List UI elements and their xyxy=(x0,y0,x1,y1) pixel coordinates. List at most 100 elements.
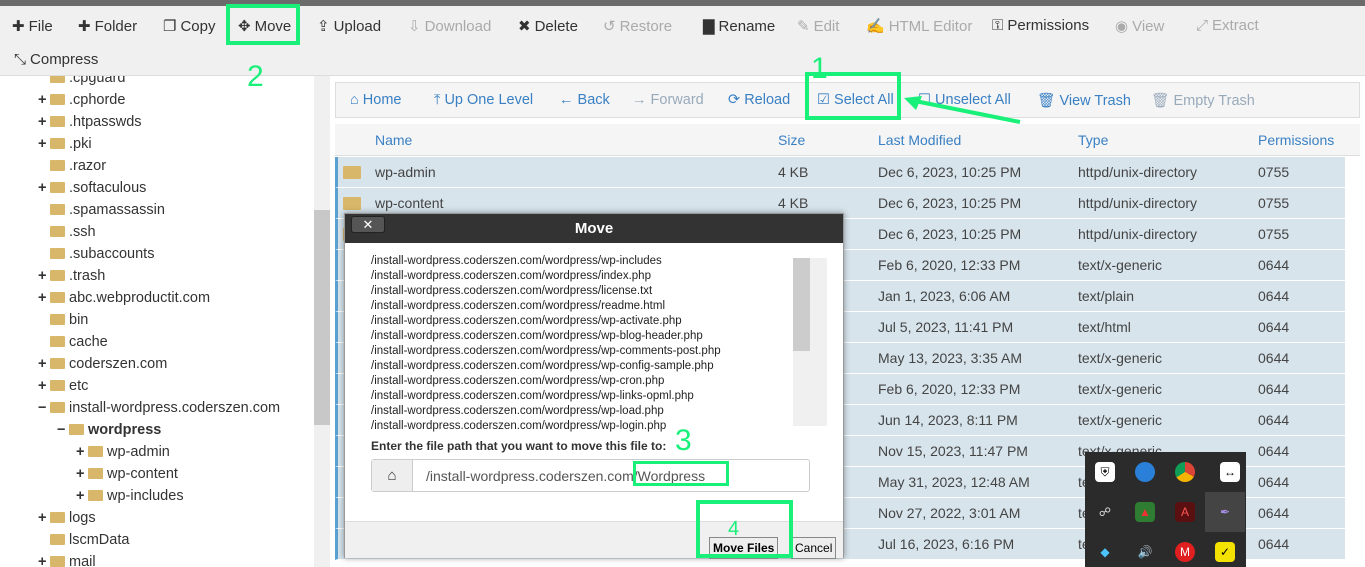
toolbar-download-button[interactable]: ⇩ Download xyxy=(408,17,491,35)
expand-icon[interactable]: + xyxy=(76,488,88,504)
folder-icon xyxy=(50,380,65,391)
expand-icon[interactable]: + xyxy=(38,510,50,526)
volume-icon[interactable]: 🔊 xyxy=(1135,542,1155,562)
tree-item[interactable]: + wp-content xyxy=(76,466,178,482)
toolbar-html-editor-button[interactable]: ✍ HTML Editor xyxy=(866,17,972,35)
destination-path-input[interactable] xyxy=(414,460,809,491)
tree-item-label: .subaccounts xyxy=(69,246,155,262)
toolbar-file-button[interactable]: ✚ File xyxy=(12,17,53,35)
toolbar-folder-button[interactable]: ✚ Folder xyxy=(78,17,137,35)
toolbar-copy-button[interactable]: ❐ Copy xyxy=(163,17,215,35)
cell-last-modified: Feb 6, 2020, 12:33 PM xyxy=(878,257,1021,273)
tree-item[interactable]: cache xyxy=(38,334,108,350)
nav-reload-button[interactable]: ⟳ Reload xyxy=(728,92,790,108)
column-header-type[interactable]: Type xyxy=(1078,132,1108,148)
nav-view-trash-button[interactable]: 🗑 View Trash xyxy=(1037,92,1131,109)
tree-item-label: .htpasswds xyxy=(69,114,142,130)
tree-item[interactable]: lscmData xyxy=(38,532,129,548)
tree-item[interactable]: .subaccounts xyxy=(38,246,154,262)
nav-forward-button[interactable]: → Forward xyxy=(632,92,704,108)
tree-item[interactable]: + etc xyxy=(38,378,88,394)
expand-icon[interactable]: + xyxy=(38,290,50,306)
tree-item[interactable]: + .htpasswds xyxy=(38,114,142,130)
app-icon[interactable]: ◆ xyxy=(1095,542,1115,562)
tree-item[interactable]: + coderszen.com xyxy=(38,356,167,372)
expand-icon[interactable]: + xyxy=(76,466,88,482)
undo-icon: ↺ xyxy=(603,18,616,35)
toolbar-extract-button[interactable]: ⤢ Extract xyxy=(1196,17,1259,34)
tree-item[interactable]: .spamassassin xyxy=(38,202,165,218)
folder-icon xyxy=(50,292,65,303)
tree-item-label: cache xyxy=(69,334,108,350)
expand-icon[interactable]: + xyxy=(76,444,88,460)
tree-item[interactable]: + logs xyxy=(38,510,96,526)
expand-icon[interactable]: + xyxy=(38,554,50,567)
expand-icon[interactable]: + xyxy=(38,378,50,394)
network-icon[interactable]: ☍ xyxy=(1095,502,1115,522)
column-header-size[interactable]: Size xyxy=(778,132,805,148)
toolbar-upload-button[interactable]: ⇪ Upload xyxy=(317,17,381,35)
annotation-number: 1 xyxy=(811,52,828,85)
nav-up-one-level-button[interactable]: ⤒ Up One Level xyxy=(434,92,533,108)
folder-icon xyxy=(50,76,65,83)
file-list-scrollbar-thumb[interactable] xyxy=(793,258,810,351)
adobe-icon[interactable]: ▲ xyxy=(1135,502,1155,522)
column-header-permissions[interactable]: Permissions xyxy=(1258,132,1334,148)
expand-icon[interactable]: + xyxy=(38,268,50,284)
home-icon[interactable]: ⌂ xyxy=(372,460,413,491)
toolbar-restore-button[interactable]: ↺ Restore xyxy=(603,17,672,35)
tree-item[interactable]: + .pki xyxy=(38,136,92,152)
column-header-name[interactable]: Name xyxy=(375,132,412,148)
toolbar-edit-button[interactable]: ✎ Edit xyxy=(797,17,839,35)
tree-item[interactable]: + .cphorde xyxy=(38,92,125,108)
toolbar-rename-button[interactable]: ▇ Rename xyxy=(703,17,775,35)
expand-icon[interactable]: + xyxy=(38,114,50,130)
cell-permissions: 0644 xyxy=(1258,474,1290,490)
button-label: Compress xyxy=(30,51,99,68)
toolbar-delete-button[interactable]: ✖ Delete xyxy=(518,17,578,35)
tree-item[interactable]: .ssh xyxy=(38,224,96,240)
nav-empty-trash-button[interactable]: 🗑 Empty Trash xyxy=(1151,92,1255,109)
expand-icon[interactable]: + xyxy=(38,180,50,196)
tree-item[interactable]: + .softaculous xyxy=(38,180,146,196)
security-icon[interactable]: ⛨ xyxy=(1095,462,1115,482)
tree-item[interactable]: − install-wordpress.coderszen.com xyxy=(38,400,280,416)
table-row[interactable]: wp-admin 4 KB Dec 6, 2023, 10:25 PM httpd/u… xyxy=(335,157,1345,188)
cancel-button[interactable]: Cancel xyxy=(791,537,837,559)
tree-item[interactable]: bin xyxy=(38,312,88,328)
chrome-icon[interactable] xyxy=(1175,462,1195,482)
collapse-icon[interactable]: − xyxy=(57,422,69,438)
tree-item[interactable]: .cpguard xyxy=(38,76,125,86)
folder-icon xyxy=(50,336,65,347)
tree-item-label: etc xyxy=(69,378,89,394)
toolbar-permissions-button[interactable]: ⚿ Permissions xyxy=(992,17,1089,34)
collapse-icon[interactable]: − xyxy=(38,400,50,416)
tree-item[interactable]: + abc.webproductit.com xyxy=(38,290,210,306)
expand-icon[interactable]: + xyxy=(38,136,50,152)
tree-item-label: abc.webproductit.com xyxy=(69,290,211,306)
tree-item[interactable]: + mail xyxy=(38,554,96,567)
globe-icon[interactable] xyxy=(1135,462,1155,482)
nav-back-button[interactable]: ← Back xyxy=(559,92,610,108)
expand-icon[interactable]: + xyxy=(38,356,50,372)
folder-icon xyxy=(343,197,361,210)
tree-item[interactable]: + .trash xyxy=(38,268,105,284)
vpn-icon[interactable]: ✓ xyxy=(1215,542,1235,562)
toolbar-compress-button[interactable]: ⤡ Compress xyxy=(14,51,98,68)
close-button[interactable]: ✕ xyxy=(351,216,385,233)
tree-item-label: .trash xyxy=(69,268,106,284)
sidebar-scrollbar-thumb[interactable] xyxy=(314,210,330,425)
tree-item[interactable]: − wordpress xyxy=(57,422,161,438)
nav-home-button[interactable]: ⌂ Home xyxy=(350,92,401,108)
tree-item[interactable]: + wp-admin xyxy=(76,444,170,460)
tree-item[interactable]: + wp-includes xyxy=(76,488,184,504)
expand-icon[interactable]: + xyxy=(38,92,50,108)
mega-icon[interactable]: M xyxy=(1175,542,1195,562)
tree-item[interactable]: .razor xyxy=(38,158,106,174)
tree-item-label: .razor xyxy=(69,158,107,174)
acrobat-icon[interactable]: A xyxy=(1175,502,1195,522)
teamviewer-icon[interactable]: ↔ xyxy=(1220,462,1240,482)
feather-icon[interactable]: ✒ xyxy=(1205,492,1245,532)
column-header-last-modified[interactable]: Last Modified xyxy=(878,132,961,148)
toolbar-view-button[interactable]: ◉ View xyxy=(1115,17,1164,35)
